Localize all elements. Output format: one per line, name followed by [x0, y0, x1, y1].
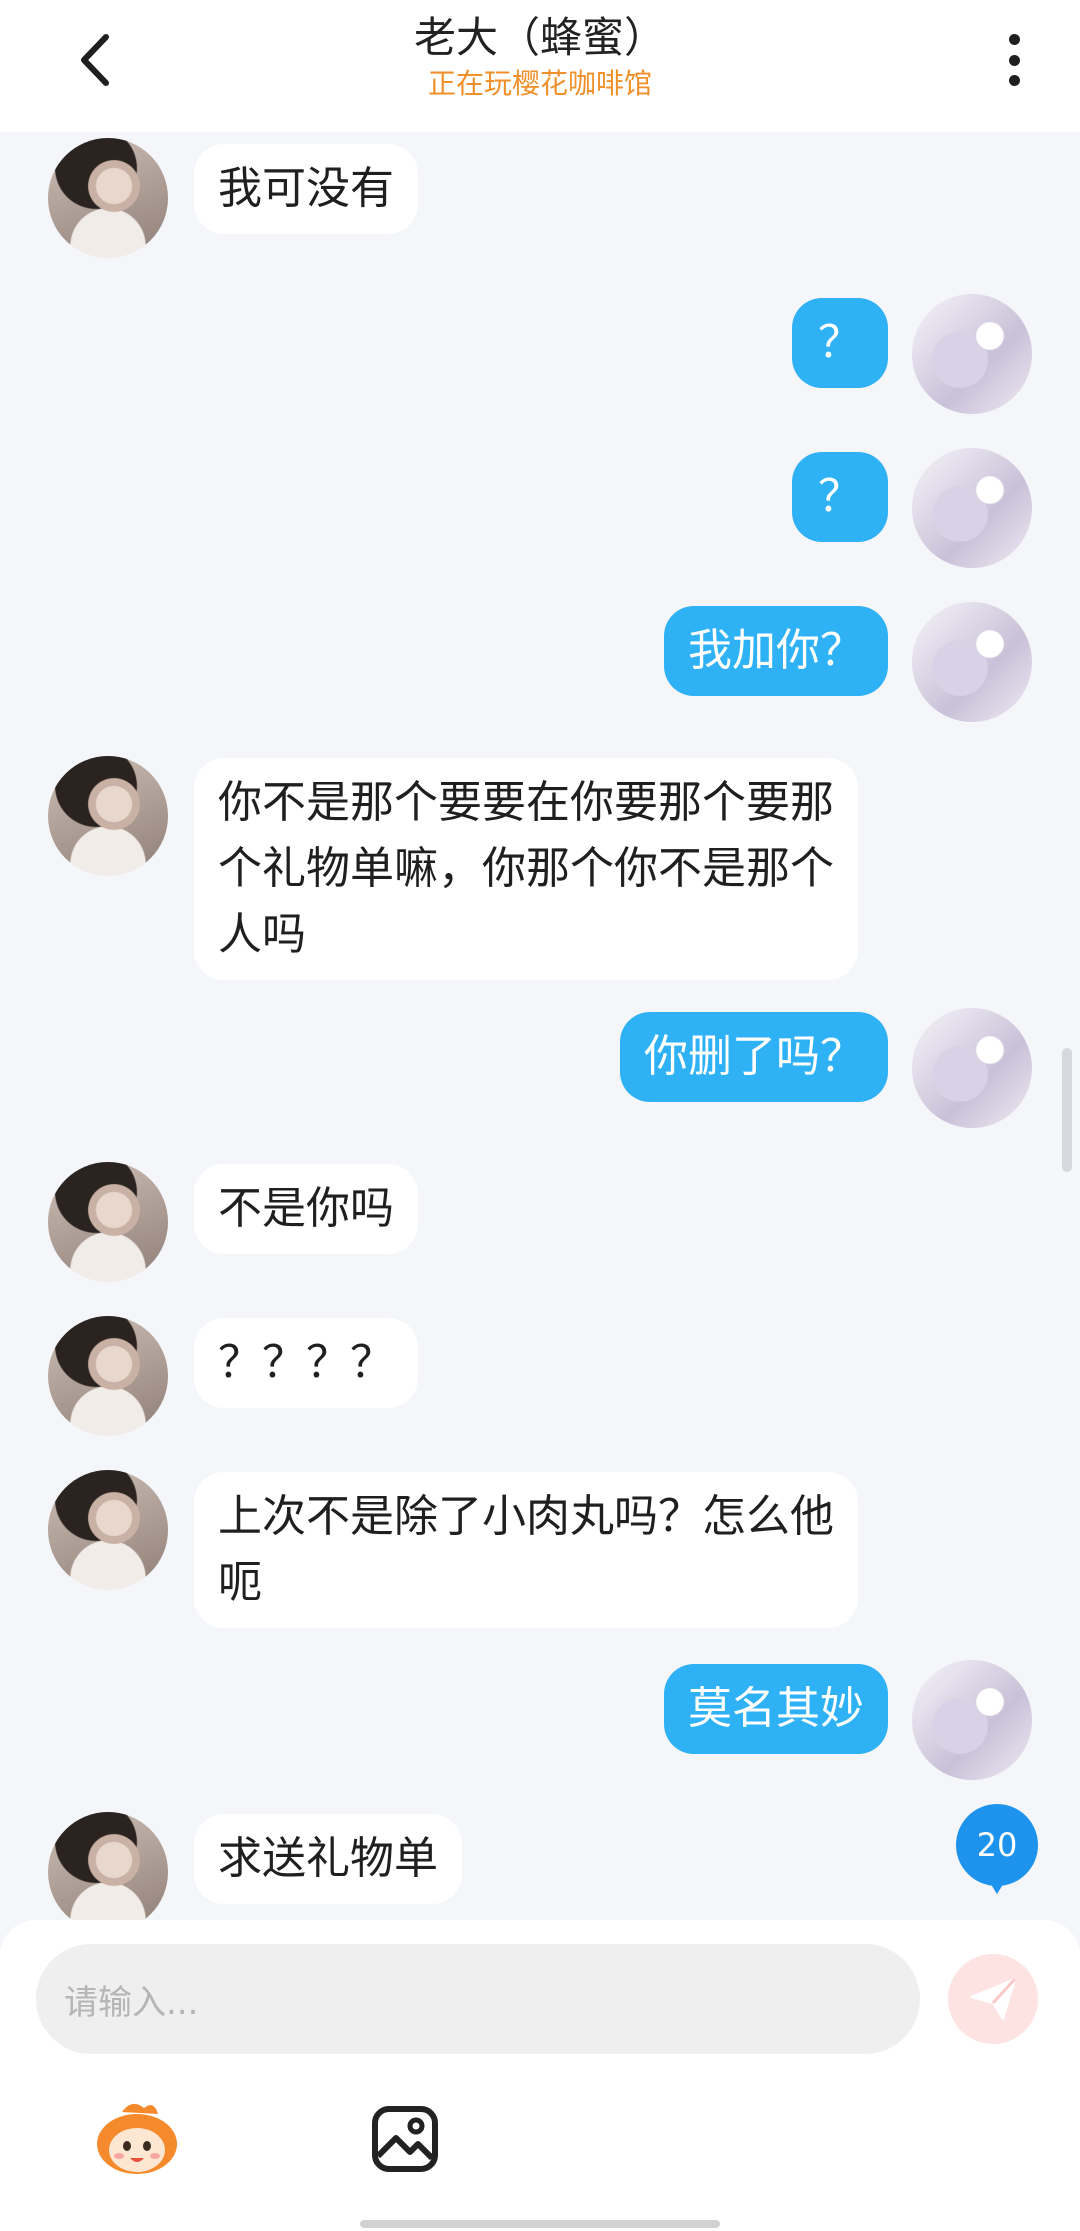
message-bubble[interactable]: ？ [792, 452, 888, 542]
message-bubble[interactable]: ？ [792, 298, 888, 388]
avatar[interactable] [48, 1812, 168, 1920]
message-bubble[interactable]: 莫名其妙 [664, 1664, 888, 1754]
image-picker-button[interactable] [370, 2104, 440, 2174]
message-bubble[interactable]: 你删了吗？ [620, 1012, 888, 1102]
more-vertical-icon [1008, 34, 1020, 45]
message-bubble[interactable]: 你不是那个要要在你要那个要那 个礼物单嘛，你那个你不是那个 人吗 [194, 758, 858, 980]
avatar[interactable] [912, 294, 1032, 414]
chevron-left-icon [81, 34, 109, 86]
image-icon [372, 2106, 438, 2172]
message-bubble[interactable]: 我加你？ [664, 606, 888, 696]
avatar[interactable] [48, 1162, 168, 1282]
back-button[interactable] [66, 30, 126, 90]
emoji-button[interactable] [92, 2098, 182, 2178]
avatar[interactable] [912, 1008, 1032, 1128]
message-bubble[interactable]: ？？？？ [194, 1318, 418, 1408]
avatar[interactable] [912, 448, 1032, 568]
avatar[interactable] [48, 756, 168, 876]
message-bubble[interactable]: 上次不是除了小肉丸吗？怎么他 呃 [194, 1472, 858, 1628]
message-bubble[interactable]: 求送礼物单 [194, 1814, 462, 1904]
chat-header: 老大（蜂蜜） 正在玩樱花咖啡馆 [0, 0, 1080, 132]
avatar[interactable] [48, 1316, 168, 1436]
message-bubble[interactable]: 我可没有 [194, 144, 418, 234]
send-plane-icon [970, 1977, 1017, 2020]
message-list[interactable]: 我可没有 ？ ？ 我加你？ 你不是那个要要在你要那个要那 个礼物单嘛，你那个你不… [0, 132, 1080, 1920]
scrollbar-thumb[interactable] [1062, 1048, 1072, 1172]
unread-count-badge[interactable]: 20 [956, 1804, 1038, 1894]
mascot-emoji-icon [97, 2103, 177, 2174]
avatar[interactable] [48, 138, 168, 258]
message-input[interactable]: 请输入... [36, 1944, 920, 2054]
avatar[interactable] [912, 1660, 1032, 1780]
more-options-button[interactable] [990, 28, 1038, 92]
send-button[interactable] [948, 1954, 1038, 2044]
status-subtitle: 正在玩樱花咖啡馆 [427, 67, 652, 100]
avatar[interactable] [48, 1470, 168, 1590]
message-bubble[interactable]: 不是你吗 [194, 1164, 418, 1254]
home-indicator [360, 2220, 720, 2228]
page-title: 老大（蜂蜜） [413, 13, 666, 62]
input-panel: 请输入... [0, 1920, 1080, 2231]
avatar[interactable] [912, 602, 1032, 722]
